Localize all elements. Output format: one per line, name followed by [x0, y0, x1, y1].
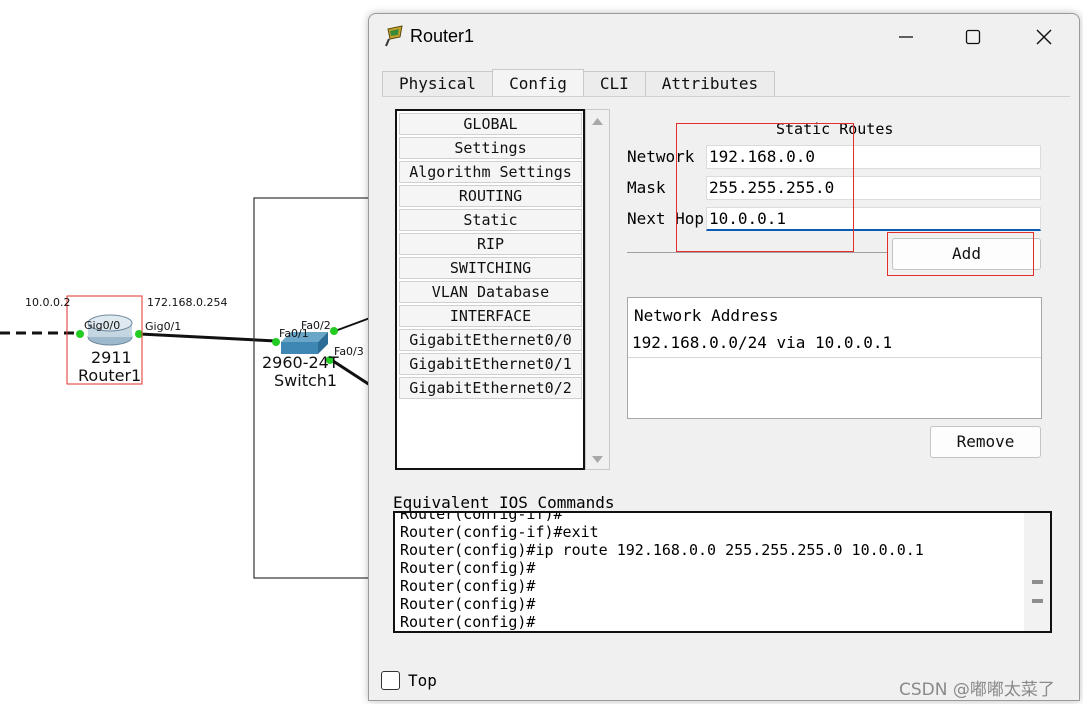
ios-commands-label: Equivalent IOS Commands: [393, 493, 615, 512]
ios-line: Router(config-if)#: [400, 511, 563, 523]
router-switch-link: [139, 332, 277, 343]
tab-bar: Physical Config CLI Attributes: [382, 69, 776, 97]
watermark: CSDN @嘟嘟太菜了: [899, 680, 1055, 700]
title-bar[interactable]: Router1: [369, 14, 1079, 60]
network-label: Network: [627, 147, 695, 166]
close-icon: [1036, 29, 1052, 45]
router-config-window: Router1 Physical Config CLI Attributes G…: [368, 13, 1080, 701]
ios-commands-console: Router(config-if)# Router(config-if)#exi…: [393, 511, 1052, 633]
ios-line: Router(config)#ip route 192.168.0.0 255.…: [400, 541, 924, 559]
nav-scrollbar-arrows: [592, 118, 603, 463]
packet-tracer-app-icon: [385, 25, 403, 47]
tab-physical[interactable]: Physical: [382, 71, 494, 97]
ios-line: Router(config-if)#exit: [400, 523, 599, 541]
switch-model: 2960-24T: [262, 353, 339, 372]
mask-label: Mask: [627, 178, 666, 197]
nav-item-gig02[interactable]: GigabitEthernet0/2: [399, 377, 582, 399]
route-entry[interactable]: 192.168.0.0/24 via 10.0.0.1: [628, 328, 1041, 358]
config-nav-list: GLOBAL Settings Algorithm Settings ROUTI…: [395, 109, 585, 470]
top-checkbox[interactable]: [381, 671, 400, 690]
minimize-icon: [899, 36, 913, 38]
router-left-ip: 10.0.0.2: [25, 296, 71, 309]
static-routes-title: Static Routes: [776, 120, 894, 138]
next-hop-label: Next Hop: [627, 209, 705, 228]
routes-list: Network Address 192.168.0.0/24 via 10.0.…: [627, 297, 1042, 419]
nav-item-switching[interactable]: SWITCHING: [399, 257, 582, 279]
router-right-ip: 172.168.0.254: [147, 296, 228, 309]
scroll-up-icon: [592, 118, 603, 125]
ios-line: Router(config)#: [400, 559, 536, 577]
ios-line: Router(config)#: [400, 613, 536, 631]
add-button[interactable]: Add: [892, 238, 1041, 270]
ios-scrollbar-marks: [1032, 580, 1043, 603]
top-label: Top: [408, 671, 437, 690]
ios-scrollbar[interactable]: [1024, 513, 1050, 631]
link-light: [76, 330, 84, 338]
nav-item-vlan-database[interactable]: VLAN Database: [399, 281, 582, 303]
nav-item-interface[interactable]: INTERFACE: [399, 305, 582, 327]
window-title: Router1: [410, 26, 475, 46]
ios-line: Router(config)#: [400, 577, 536, 595]
nav-item-gig00[interactable]: GigabitEthernet0/0: [399, 329, 582, 351]
close-button[interactable]: [1024, 22, 1064, 52]
nav-item-static[interactable]: Static: [399, 209, 582, 231]
tab-cli[interactable]: CLI: [582, 71, 646, 97]
maximize-button[interactable]: [953, 22, 993, 52]
scroll-down-icon: [592, 456, 603, 463]
network-input[interactable]: 192.168.0.0: [706, 145, 1041, 169]
mask-input[interactable]: 255.255.255.0: [706, 176, 1041, 200]
nav-item-algorithm-settings[interactable]: Algorithm Settings: [399, 161, 582, 183]
router-model: 2911: [91, 348, 132, 367]
form-divider: [627, 252, 887, 253]
routes-list-header: Network Address: [634, 306, 779, 325]
minimize-button[interactable]: [886, 22, 926, 52]
switch-link-fa02: [334, 317, 371, 332]
router-name: Router1: [78, 366, 142, 385]
tab-attributes[interactable]: Attributes: [644, 71, 776, 97]
nav-item-settings[interactable]: Settings: [399, 137, 582, 159]
router-port-gig00: Gig0/0: [84, 319, 121, 332]
switch-port-fa02: Fa0/2: [301, 319, 331, 332]
maximize-icon: [965, 29, 981, 45]
tab-config[interactable]: Config: [492, 69, 584, 97]
ios-line: Router(config)#: [400, 595, 536, 613]
next-hop-input[interactable]: 10.0.0.1: [706, 207, 1041, 231]
nav-item-routing[interactable]: ROUTING: [399, 185, 582, 207]
nav-item-gig01[interactable]: GigabitEthernet0/1: [399, 353, 582, 375]
nav-scrollbar[interactable]: [585, 109, 610, 470]
nav-item-global[interactable]: GLOBAL: [399, 113, 582, 135]
nav-item-rip[interactable]: RIP: [399, 233, 582, 255]
switch-name: Switch1: [274, 371, 338, 390]
router-port-gig01: Gig0/1: [145, 320, 182, 333]
link-light: [330, 327, 338, 335]
remove-button[interactable]: Remove: [930, 426, 1041, 458]
